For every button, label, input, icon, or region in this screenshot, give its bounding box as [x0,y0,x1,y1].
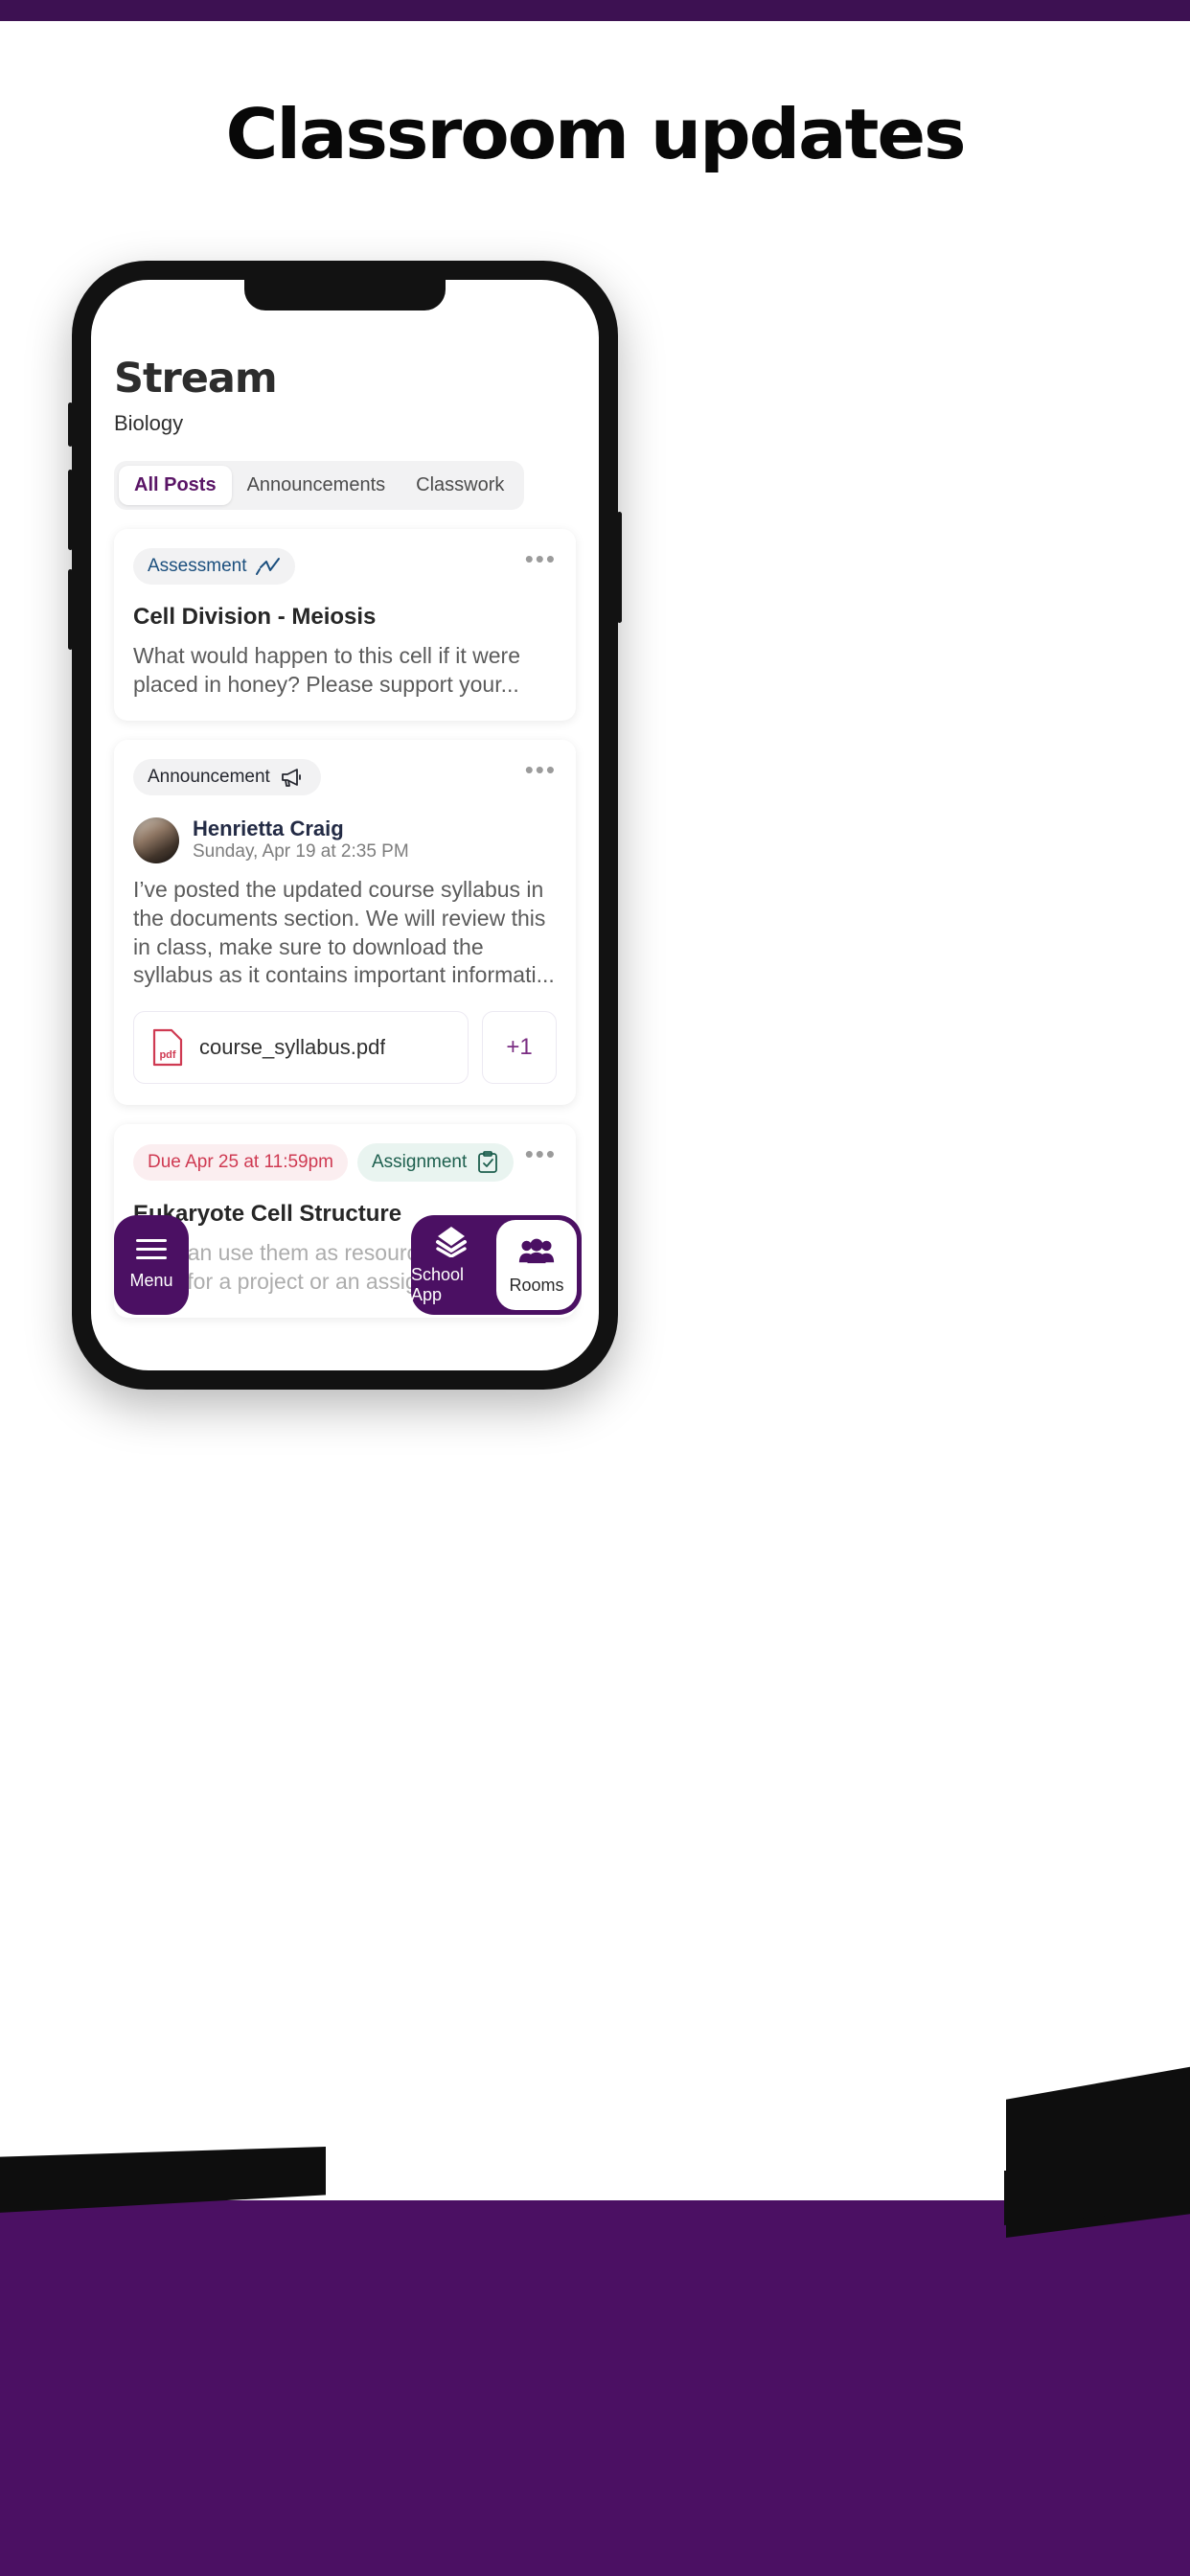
tab-classwork[interactable]: Classwork [400,466,519,505]
post-body: I’ve posted the updated course syllabus … [133,876,555,988]
phone-side-button-volume-down [68,569,73,650]
hamburger-icon [136,1239,167,1259]
badge-due-date: Due Apr 25 at 11:59pm [133,1144,348,1182]
phone-screen: Stream Biology All Posts Announcements C… [91,280,599,1370]
top-accent-bar [0,0,1190,21]
post-overflow-menu-icon[interactable]: ••• [525,546,557,570]
people-group-icon [518,1238,555,1263]
clipboard-check-icon [478,1151,498,1174]
menu-button-label: Menu [129,1271,173,1290]
attachment-row: pdf course_syllabus.pdf +1 [133,1011,557,1085]
avatar [133,816,179,863]
post-author: Henrietta Craig Sunday, Apr 19 at 2:35 P… [133,816,557,864]
badge-assessment: Assessment [133,548,296,585]
megaphone-icon [281,768,301,787]
trend-chart-icon [256,558,281,575]
menu-button[interactable]: Menu [114,1215,189,1315]
post-card-assessment[interactable]: ••• Assessment Cell Division - Meiosis W… [114,529,576,721]
page-title: Classroom updates [225,94,966,174]
post-overflow-menu-icon[interactable]: ••• [525,1142,557,1166]
post-card-announcement[interactable]: ••• Announcement Henrietta Craig Sunday,… [114,739,576,1106]
nav-pill-group: School App Rooms [411,1215,582,1315]
nav-item-label: School App [411,1265,465,1304]
attachment-pdf[interactable]: pdf course_syllabus.pdf [133,1011,469,1085]
tab-all-posts[interactable]: All Posts [119,466,232,505]
attachment-more-count[interactable]: +1 [482,1011,557,1085]
background-purple-panel [0,2200,1190,2576]
phone-side-button-mute [68,402,73,447]
phone-notch [244,280,446,310]
phone-side-button-volume-up [68,470,73,550]
post-title: Cell Division - Meiosis [133,604,377,630]
pdf-file-icon: pdf [152,1029,183,1067]
post-overflow-menu-icon[interactable]: ••• [525,757,557,781]
badge-row: Assessment [133,548,557,585]
attachment-filename: course_syllabus.pdf [199,1035,386,1060]
layers-icon [436,1227,467,1257]
tab-announcements[interactable]: Announcements [232,466,401,505]
svg-text:pdf: pdf [159,1049,175,1061]
phone-side-button-power [617,512,622,623]
badge-row: Announcement [133,758,557,795]
badge-label: Assessment [148,556,247,576]
filter-tabs: All Posts Announcements Classwork [114,461,525,510]
badge-row: Due Apr 25 at 11:59pm Assignment [133,1143,557,1183]
badge-label: Assignment [372,1152,468,1173]
author-timestamp: Sunday, Apr 19 at 2:35 PM [193,841,409,862]
author-name: Henrietta Craig [193,816,344,840]
nav-item-school-app[interactable]: School App [411,1215,492,1315]
post-body: What would happen to this cell if it wer… [133,643,520,697]
badge-assignment: Assignment [357,1143,515,1183]
nav-item-rooms[interactable]: Rooms [496,1220,577,1310]
app-screen-content: Stream Biology All Posts Announcements C… [91,280,599,1370]
badge-announcement: Announcement [133,758,321,795]
course-name: Biology [114,411,184,435]
phone-mockup: Stream Biology All Posts Announcements C… [68,261,622,1390]
nav-item-label: Rooms [509,1275,564,1295]
stream-heading: Stream [114,355,278,402]
badge-label: Announcement [148,766,270,787]
